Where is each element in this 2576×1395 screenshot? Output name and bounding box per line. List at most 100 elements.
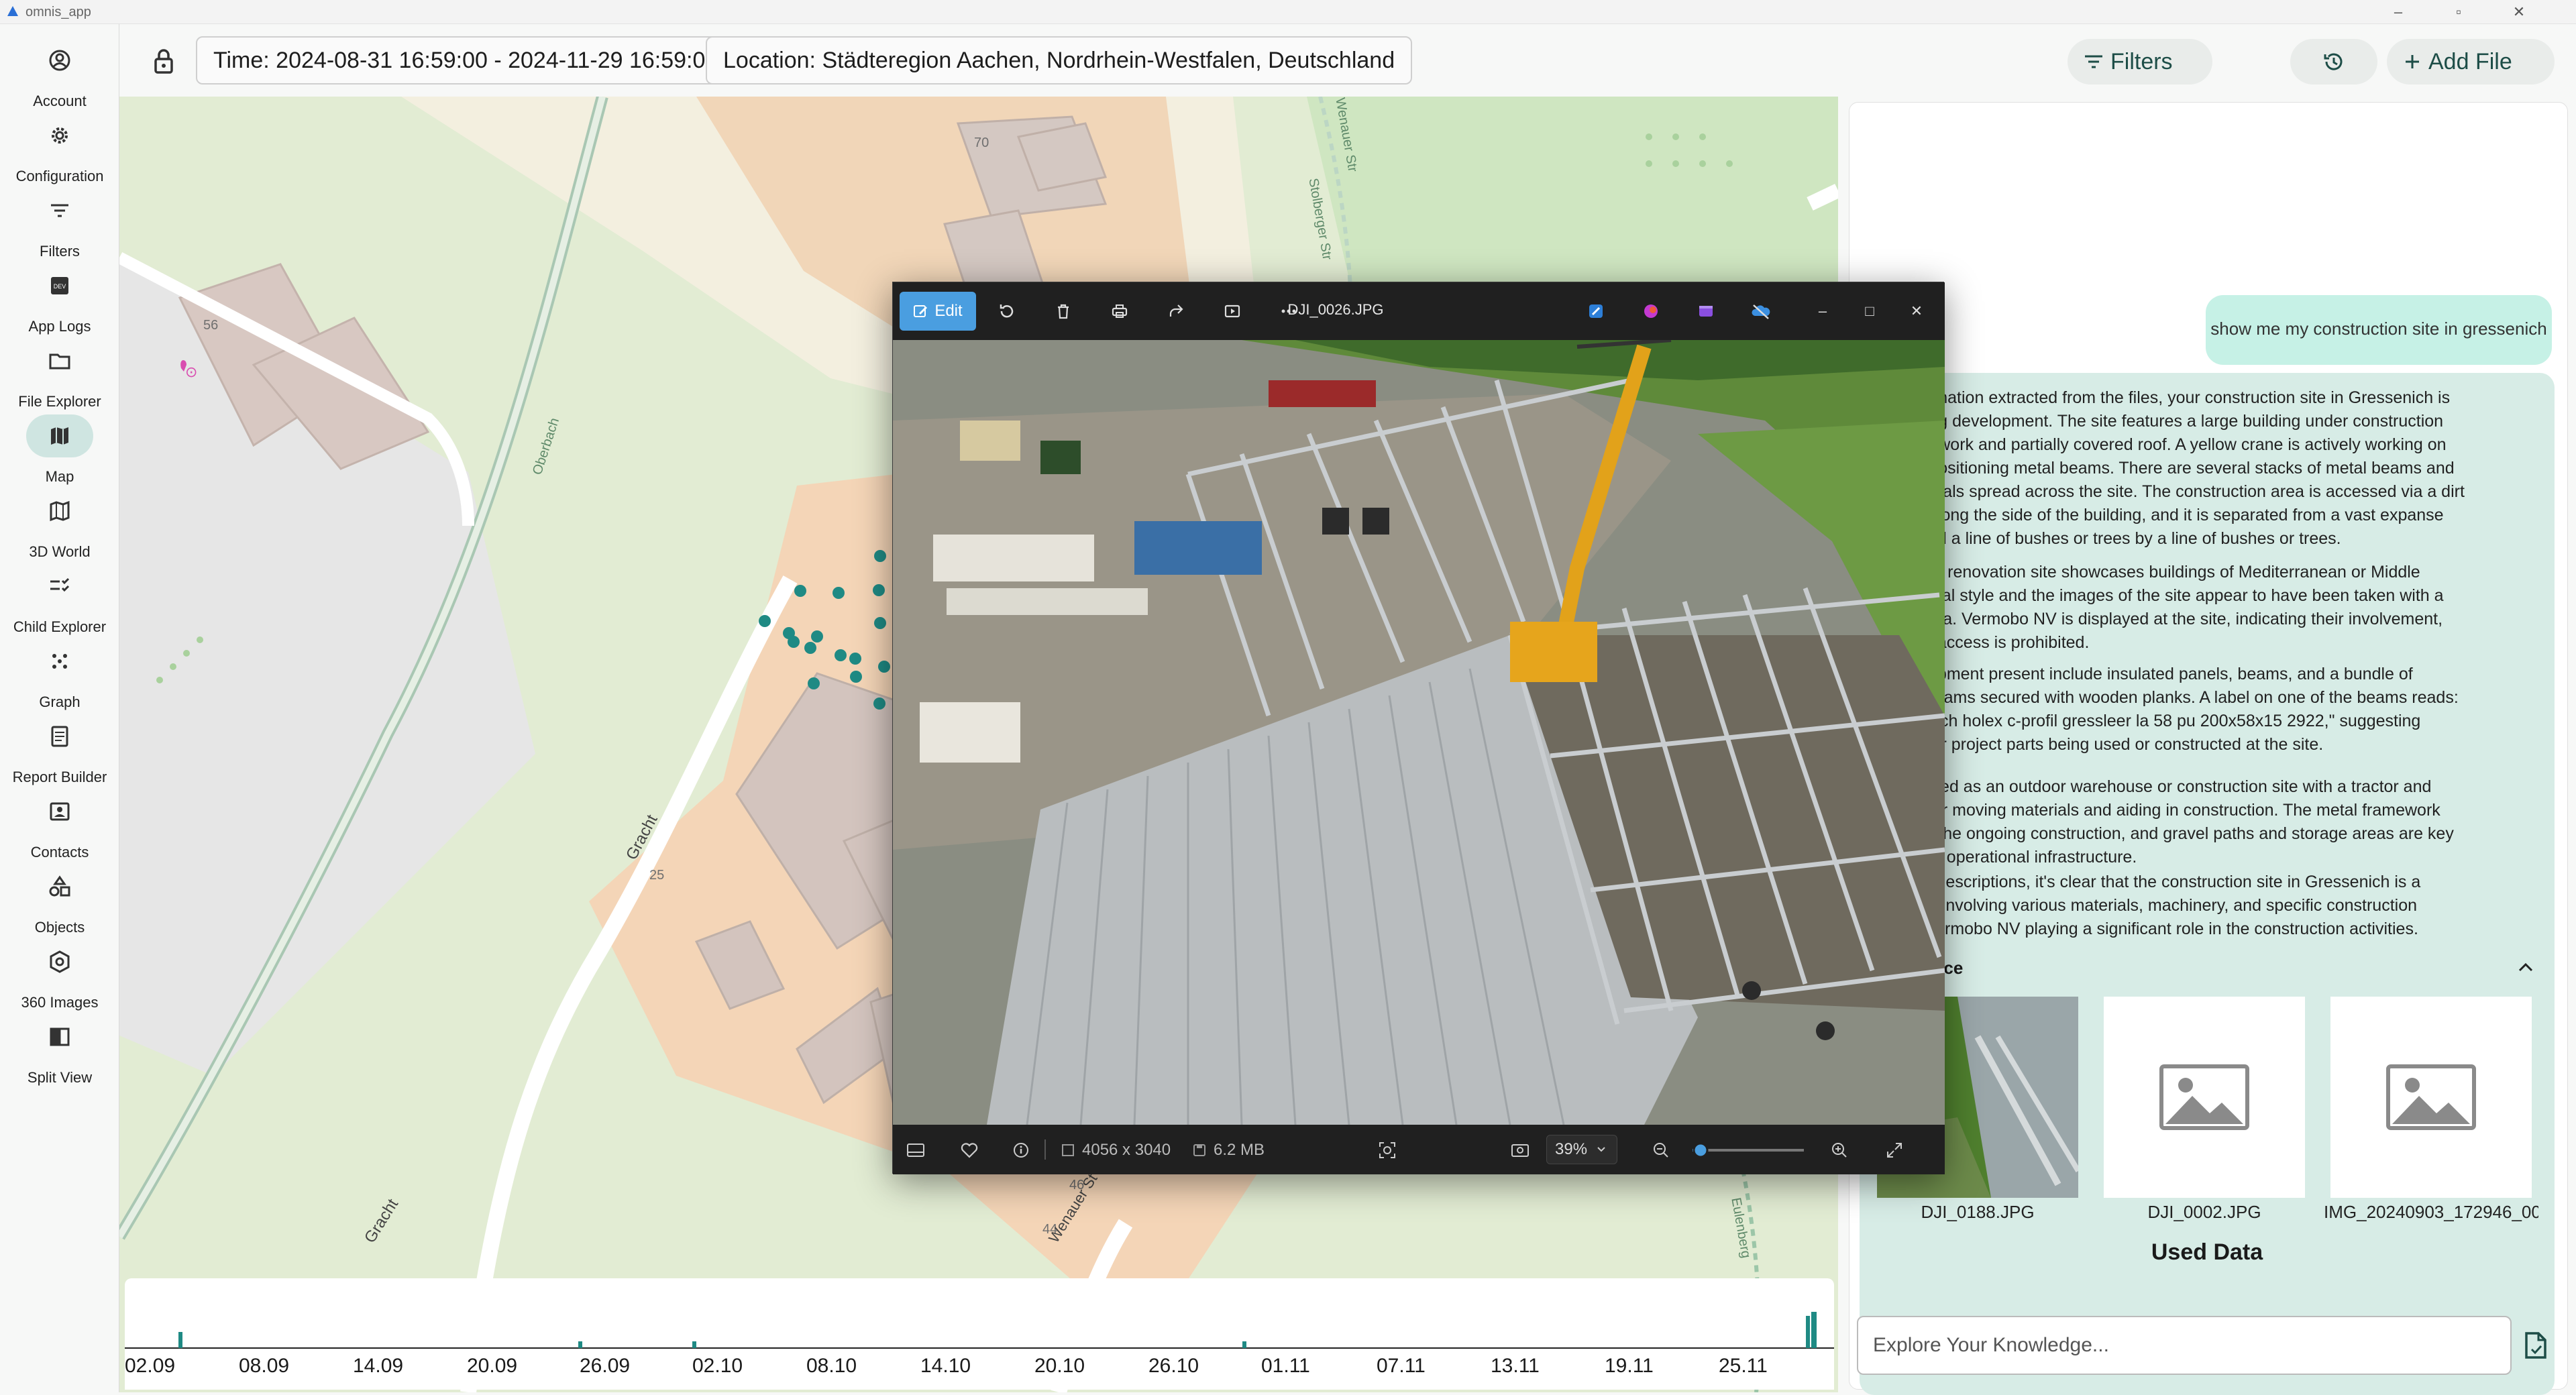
- print-button[interactable]: [1098, 292, 1141, 331]
- time-filter-chip[interactable]: Time: 2024-08-31 16:59:00 - 2024-11-29 1…: [196, 36, 736, 85]
- window-title: omnis_app: [25, 5, 91, 19]
- share-button[interactable]: [1155, 292, 1197, 331]
- file-size-text: 6.2 MB: [1214, 1141, 1265, 1159]
- sidebar-item-label: Child Explorer: [13, 618, 107, 635]
- chevron-down-icon: [1597, 1147, 1605, 1152]
- timeline-tick-label: 14.09: [353, 1355, 404, 1377]
- actual-size-button[interactable]: [1510, 1137, 1530, 1164]
- split-icon: [50, 1027, 70, 1046]
- zoom-slider[interactable]: [1686, 1137, 1807, 1164]
- location-filter-chip[interactable]: Location: Städteregion Aachen, Nordrhein…: [706, 36, 1413, 85]
- camera-fit-icon: [1511, 1144, 1529, 1157]
- clipchamp-button[interactable]: [1629, 292, 1672, 331]
- restore-button[interactable]: ▫: [2428, 0, 2489, 24]
- zoom-in-button[interactable]: [1831, 1137, 1848, 1164]
- sidebar-item-360-images[interactable]: 360 Images: [0, 940, 119, 1015]
- viewer-maximize-button[interactable]: □: [1848, 292, 1891, 331]
- folder-icon: [49, 353, 70, 370]
- slideshow-icon: [1224, 304, 1240, 318]
- sidebar-item-file-explorer[interactable]: File Explorer: [0, 339, 119, 414]
- viewer-toolbar: Edit DJI_0026.JPG – □ ✕: [893, 282, 1945, 340]
- viewer-minimize-button[interactable]: –: [1801, 292, 1844, 331]
- sidebar-item-split-view[interactable]: Split View: [0, 1015, 119, 1091]
- navigation-rail: Account Configuration Filters DEV App Lo…: [0, 24, 119, 1392]
- timeline-tick-label: 14.10: [920, 1355, 971, 1377]
- app-logo-icon: [7, 6, 18, 16]
- answer-paragraph: s described as an outdoor warehouse or c…: [1873, 777, 2454, 867]
- add-file-button[interactable]: Add File: [2387, 39, 2555, 85]
- video-editor-button[interactable]: [1684, 292, 1727, 331]
- minimize-button[interactable]: –: [2368, 0, 2428, 24]
- filters-button[interactable]: Filters: [2068, 39, 2212, 85]
- timeline-tick-label: 08.10: [806, 1355, 857, 1377]
- filmstrip-button[interactable]: [906, 1137, 925, 1164]
- rotate-button[interactable]: [985, 292, 1028, 331]
- timeline-tick-label: 02.10: [692, 1355, 743, 1377]
- sidebar-item-label: Graph: [39, 693, 80, 710]
- zoom-level-text: 39%: [1555, 1140, 1588, 1158]
- account-icon: [49, 50, 70, 71]
- filter-icon: [2085, 55, 2102, 68]
- close-window-button[interactable]: ✕: [2489, 0, 2549, 24]
- timeline-histogram: [125, 1312, 1834, 1349]
- sidebar-item-app-logs[interactable]: DEV App Logs: [0, 264, 119, 339]
- sidebar-item-label: 360 Images: [21, 994, 99, 1011]
- timeline-panel[interactable]: 02.09 08.09 14.09 20.09 26.09 02.10 08.1…: [125, 1278, 1834, 1390]
- sidebar-item-label: App Logs: [28, 318, 91, 335]
- sidebar-item-map[interactable]: Map: [0, 414, 119, 490]
- designer-app-button[interactable]: [1574, 292, 1617, 331]
- image-placeholder-icon: [2386, 1064, 2476, 1130]
- dimensions-icon: [1062, 1144, 1074, 1156]
- map-house-number: 56: [203, 318, 219, 333]
- drone-photo[interactable]: [893, 340, 1945, 1125]
- slideshow-button[interactable]: [1211, 292, 1254, 331]
- timeline-tick-label: 02.09: [125, 1355, 176, 1377]
- timeline-tick-label: 19.11: [1605, 1355, 1654, 1377]
- delete-button[interactable]: [1042, 292, 1085, 331]
- knowledge-search-input[interactable]: [1860, 1319, 2509, 1372]
- map-house-number: 70: [974, 135, 989, 150]
- sidebar-item-child-explorer[interactable]: Child Explorer: [0, 565, 119, 640]
- answer-paragraph: and equipment present include insulated …: [1873, 665, 2459, 754]
- zoom-out-button[interactable]: [1652, 1137, 1670, 1164]
- sidebar-item-label: 3D World: [29, 543, 91, 560]
- timeline-tick-label: 26.09: [580, 1355, 631, 1377]
- favorite-button[interactable]: [960, 1137, 979, 1164]
- answer-paragraph: the information extracted from the files…: [1873, 388, 2465, 548]
- sidebar-item-contacts[interactable]: Contacts: [0, 790, 119, 865]
- viewer-close-button[interactable]: ✕: [1895, 292, 1938, 331]
- edit-button[interactable]: Edit: [900, 292, 976, 331]
- chevron-up-icon[interactable]: [2516, 958, 2536, 978]
- attach-file-icon[interactable]: [2522, 1331, 2549, 1360]
- viewer-file-name: DJI_0026.JPG: [1287, 301, 1384, 318]
- sidebar-item-label: Map: [45, 468, 74, 485]
- history-button[interactable]: [2290, 39, 2377, 85]
- source-thumbnail[interactable]: [2330, 997, 2532, 1198]
- sidebar-item-configuration[interactable]: Configuration: [0, 114, 119, 189]
- user-message-bubble: show me my construction site in gresseni…: [2206, 295, 2552, 365]
- info-icon: [1014, 1143, 1028, 1158]
- sidebar-item-objects[interactable]: Objects: [0, 865, 119, 940]
- sidebar-item-filters[interactable]: Filters: [0, 189, 119, 264]
- onedrive-button[interactable]: [1739, 292, 1782, 331]
- fullscreen-button[interactable]: [1886, 1137, 1903, 1164]
- visual-search-button[interactable]: [1377, 1137, 1397, 1164]
- lock-icon[interactable]: [150, 47, 177, 75]
- sidebar-item-3d-world[interactable]: 3D World: [0, 490, 119, 565]
- image-placeholder-icon: [2159, 1064, 2249, 1130]
- sidebar-item-report-builder[interactable]: Report Builder: [0, 715, 119, 790]
- print-icon: [1112, 304, 1128, 318]
- source-filename: IMG_20240903_172946_00_0...: [2324, 1202, 2538, 1222]
- sidebar-item-graph[interactable]: Graph: [0, 640, 119, 715]
- source-thumbnail[interactable]: [2104, 997, 2305, 1198]
- assistant-answer-card: the information extracted from the files…: [1860, 373, 2555, 1395]
- edit-image-icon: [914, 305, 928, 317]
- drone-photo-image: [893, 340, 1945, 1125]
- info-button[interactable]: [1012, 1137, 1030, 1164]
- sidebar-item-label: Report Builder: [12, 769, 107, 785]
- map-outline-icon: [50, 500, 70, 522]
- map-icon: [51, 427, 68, 445]
- sidebar-item-account[interactable]: Account: [0, 39, 119, 114]
- zoom-level-dropdown[interactable]: 39%: [1546, 1135, 1617, 1164]
- history-icon: [2324, 53, 2343, 70]
